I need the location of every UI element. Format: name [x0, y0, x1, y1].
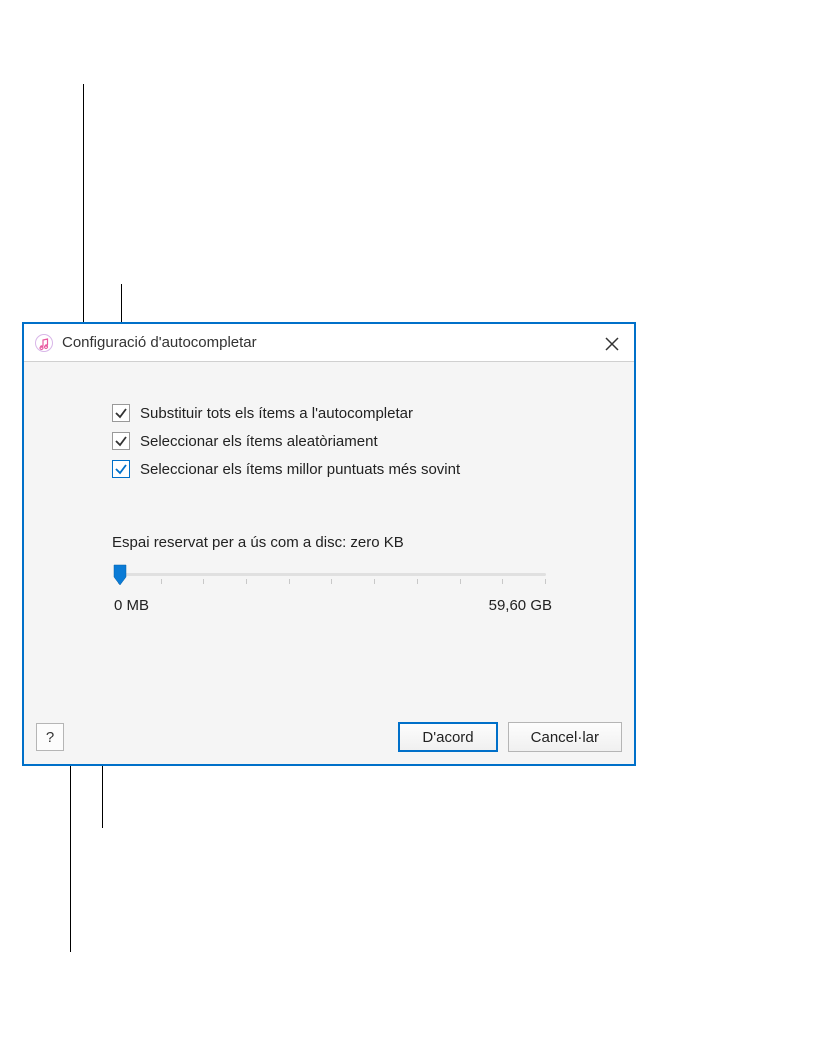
button-bar: ? D'acord Cancel·lar: [36, 722, 622, 752]
slider-labels: 0 MB 59,60 GB: [112, 597, 554, 614]
checkbox-row-replace: Substituir tots els ítems a l'autocomple…: [112, 404, 554, 422]
autofill-settings-dialog: Configuració d'autocompletar Substituir …: [22, 322, 636, 766]
cancel-button[interactable]: Cancel·lar: [508, 722, 622, 752]
slider-title: Espai reservat per a ús com a disc: zero…: [112, 534, 554, 551]
close-icon: [605, 337, 619, 351]
disk-space-slider[interactable]: [110, 563, 554, 593]
slider-track: [118, 573, 546, 576]
slider-min-label: 0 MB: [114, 597, 149, 614]
music-app-icon: [34, 333, 54, 353]
checkbox-row-toprated: Seleccionar els ítems millor puntuats mé…: [112, 460, 554, 478]
disk-space-section: Espai reservat per a ús com a disc: zero…: [112, 534, 554, 614]
checkbox-higher-rated[interactable]: [112, 460, 130, 478]
checkbox-random-select[interactable]: [112, 432, 130, 450]
dialog-content: Substituir tots els ítems a l'autocomple…: [24, 362, 634, 634]
dialog-title: Configuració d'autocompletar: [62, 334, 257, 351]
ok-button[interactable]: D'acord: [398, 722, 497, 752]
help-button[interactable]: ?: [36, 723, 64, 751]
checkbox-row-random: Seleccionar els ítems aleatòriament: [112, 432, 554, 450]
checkbox-label: Seleccionar els ítems aleatòriament: [140, 433, 378, 450]
checkbox-label: Seleccionar els ítems millor puntuats mé…: [140, 461, 460, 478]
checkbox-label: Substituir tots els ítems a l'autocomple…: [140, 405, 413, 422]
titlebar: Configuració d'autocompletar: [24, 324, 634, 362]
slider-thumb[interactable]: [112, 563, 128, 587]
close-button[interactable]: [598, 330, 626, 358]
checkbox-replace-all[interactable]: [112, 404, 130, 422]
slider-ticks: [118, 579, 546, 585]
slider-max-label: 59,60 GB: [489, 597, 552, 614]
